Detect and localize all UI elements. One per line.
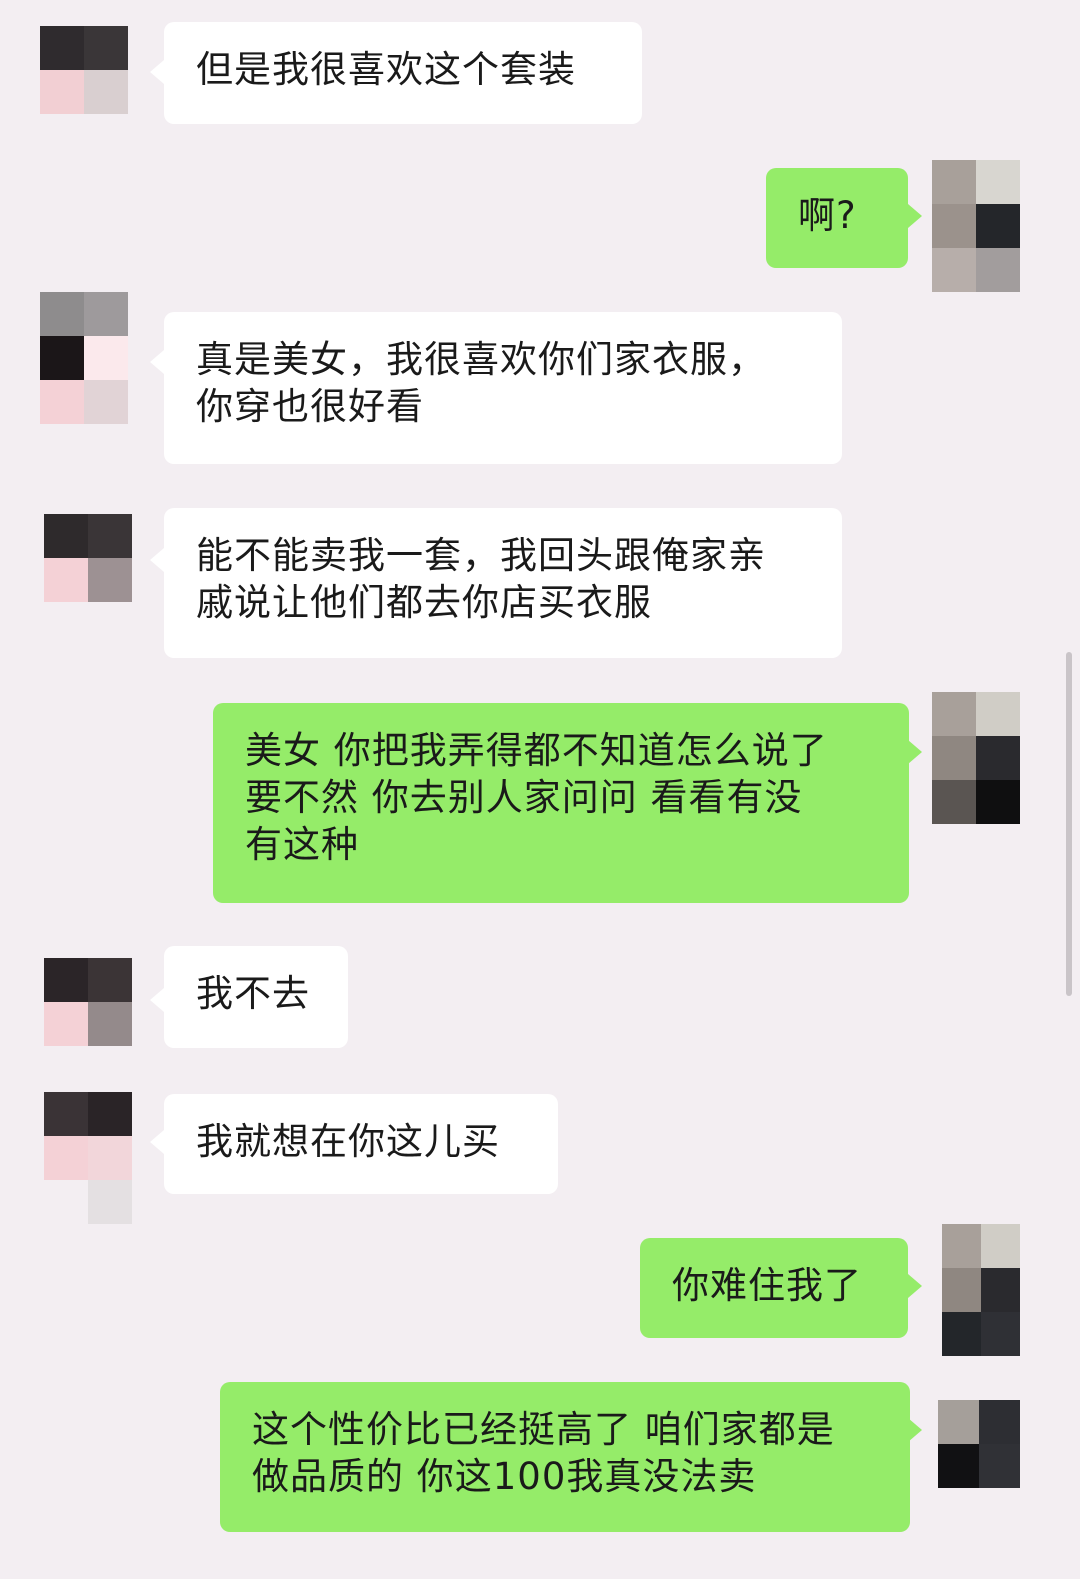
bubble-tail xyxy=(150,60,164,84)
message-bubble[interactable]: 这个性价比已经挺高了 咱们家都是 做品质的 你这100我真没法卖 xyxy=(220,1382,910,1532)
avatar[interactable] xyxy=(44,1092,132,1224)
avatar[interactable] xyxy=(932,692,1020,824)
message-bubble[interactable]: 我就想在你这儿买 xyxy=(164,1094,558,1194)
message-bubble[interactable]: 能不能卖我一套，我回头跟俺家亲 戚说让他们都去你店买衣服 xyxy=(164,508,842,658)
bubble-tail xyxy=(150,1130,164,1154)
message-bubble[interactable]: 你难住我了 xyxy=(640,1238,908,1338)
avatar[interactable] xyxy=(942,1224,1020,1356)
message-bubble[interactable]: 美女 你把我弄得都不知道怎么说了 要不然 你去别人家问问 看看有没 有这种 xyxy=(213,703,909,903)
avatar[interactable] xyxy=(40,26,128,114)
bubble-tail xyxy=(150,350,164,374)
bubble-tail xyxy=(908,1274,922,1298)
avatar[interactable] xyxy=(932,160,1020,292)
scrollbar[interactable] xyxy=(1066,652,1072,996)
message-bubble[interactable]: 真是美女，我很喜欢你们家衣服， 你穿也很好看 xyxy=(164,312,842,464)
message-bubble[interactable]: 啊? xyxy=(766,168,908,268)
bubble-tail xyxy=(150,548,164,572)
avatar[interactable] xyxy=(40,292,128,424)
avatar[interactable] xyxy=(938,1400,1020,1488)
bubble-tail xyxy=(908,204,922,228)
message-bubble[interactable]: 但是我很喜欢这个套装 xyxy=(164,22,642,124)
avatar[interactable] xyxy=(44,514,132,602)
bubble-tail xyxy=(150,988,164,1012)
bubble-tail xyxy=(908,1418,922,1442)
bubble-tail xyxy=(908,740,922,764)
avatar[interactable] xyxy=(44,958,132,1046)
message-bubble[interactable]: 我不去 xyxy=(164,946,348,1048)
